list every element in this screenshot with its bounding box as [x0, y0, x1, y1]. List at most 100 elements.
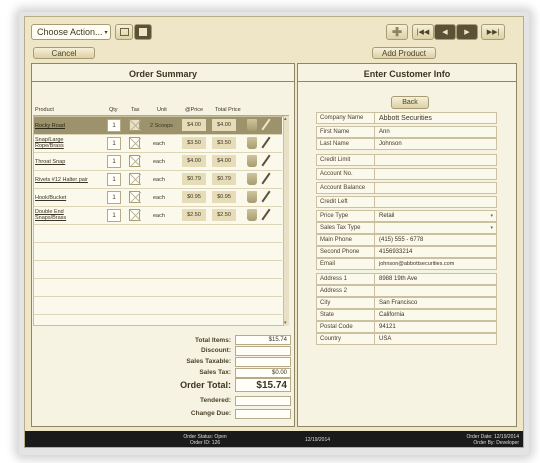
col-unit: Unit [157, 107, 167, 113]
qty-field[interactable]: 1 [107, 137, 121, 150]
sales-taxable-field[interactable] [235, 357, 291, 367]
first-name-field[interactable]: First Name Ann [316, 126, 497, 138]
trash-icon[interactable] [247, 173, 257, 185]
chevron-down-icon: ▾ [104, 29, 108, 36]
product-link[interactable]: Rocky Road [35, 123, 65, 129]
first-record-button[interactable]: |◀◀ [412, 24, 434, 40]
last-record-button[interactable]: ▶▶| [481, 24, 505, 40]
price-value: $4.00 [182, 155, 206, 167]
qty-field[interactable]: 1 [107, 173, 121, 186]
chevron-down-icon: ▾ [490, 213, 493, 219]
price-value: $3.50 [182, 137, 206, 149]
add-button[interactable]: ✚ [386, 24, 408, 40]
address-1-field[interactable]: Address 1 8988 19th Ave [316, 273, 497, 285]
account-balance-field[interactable]: Account Balance [316, 182, 497, 194]
last-name-field[interactable]: Last Name Johnson [316, 138, 497, 150]
qty-field[interactable]: 1 [107, 119, 121, 132]
tax-checkbox[interactable] [129, 173, 140, 185]
divider [31, 81, 295, 82]
price-value: $2.50 [182, 209, 206, 221]
field-label: State [317, 310, 375, 320]
field-label: Price Type [317, 211, 375, 221]
product-link[interactable]: Snap/Large Rope/Brass [35, 137, 93, 149]
prev-icon: ◀ [442, 29, 448, 36]
credit-limit-field[interactable]: Credit Limit [316, 154, 497, 166]
field-label: Postal Code [317, 322, 375, 332]
tendered-field[interactable] [235, 396, 291, 406]
credit-left-field[interactable]: Credit Left [316, 196, 497, 208]
discount-field[interactable] [235, 346, 291, 356]
empty-row [34, 297, 282, 315]
grid-scrollbar[interactable]: ▴ ▾ [283, 116, 289, 326]
total-items-label: Total Items: [195, 337, 231, 344]
list-view-button[interactable] [115, 24, 133, 40]
choose-action-select[interactable]: Choose Action... ▾ [31, 24, 111, 40]
add-product-button[interactable]: Add Product [372, 47, 436, 59]
qty-field[interactable]: 1 [107, 191, 121, 204]
unit-value: each [153, 195, 165, 201]
company-name-field[interactable]: Company Name Abbott Securities [316, 112, 497, 124]
qty-field[interactable]: 1 [107, 209, 121, 222]
trash-icon[interactable] [247, 119, 257, 131]
col-product: Product [35, 107, 54, 113]
tax-checkbox[interactable] [129, 191, 140, 203]
product-link[interactable]: Rivets #12 Halter pair [35, 177, 88, 183]
product-link[interactable]: Hook/Bucket [35, 195, 66, 201]
empty-row [34, 243, 282, 261]
card-view-button[interactable] [134, 24, 152, 40]
field-value: Ann [379, 129, 390, 135]
unit-value: 2 Scoops [150, 123, 173, 129]
field-label: Email [317, 259, 375, 269]
tax-checkbox[interactable] [129, 155, 140, 167]
product-link[interactable]: Double End Snaps/Brass [35, 209, 85, 221]
field-label: Account No. [317, 169, 375, 179]
back-button[interactable]: Back [391, 96, 429, 109]
email-field[interactable]: Email johnson@abbottsecurities.com [316, 258, 497, 270]
field-value [376, 197, 496, 207]
empty-row [34, 225, 282, 243]
country-field[interactable]: Country USA [316, 333, 497, 345]
field-label: Credit Left [317, 197, 375, 207]
trash-icon[interactable] [247, 191, 257, 203]
prev-record-button[interactable]: ◀ [434, 24, 456, 40]
divider [297, 81, 517, 82]
total-price-value: $0.79 [212, 173, 236, 185]
next-record-button[interactable]: ▶ [456, 24, 478, 40]
choose-action-label: Choose Action... [37, 27, 103, 37]
main-phone-field[interactable]: Main Phone (415) 555 - 6778 [316, 234, 497, 246]
postal-code-field[interactable]: Postal Code 94121 [316, 321, 497, 333]
city-field[interactable]: City San Francisco [316, 297, 497, 309]
field-label: City [317, 298, 375, 308]
status-bar: Order Status: Open Order ID: 126 12/19/2… [25, 431, 523, 447]
address-2-field[interactable]: Address 2 [316, 285, 497, 297]
unit-value: each [153, 177, 165, 183]
price-type-select[interactable]: Price Type Retail ▾ [316, 210, 497, 222]
product-link[interactable]: Throat Snap [35, 159, 65, 165]
qty-field[interactable]: 1 [107, 155, 121, 168]
field-value: USA [379, 336, 392, 342]
trash-icon[interactable] [247, 209, 257, 221]
account-no-field[interactable]: Account No. [316, 168, 497, 180]
field-value: 4156933214 [379, 249, 413, 255]
trash-icon[interactable] [247, 137, 257, 149]
tax-checkbox[interactable] [129, 119, 140, 131]
unit-value: each [153, 213, 165, 219]
field-label: Second Phone [317, 247, 375, 257]
second-phone-field[interactable]: Second Phone 4156933214 [316, 246, 497, 258]
trash-icon[interactable] [247, 155, 257, 167]
tendered-label: Tendered: [200, 397, 231, 404]
state-field[interactable]: State California [316, 309, 497, 321]
field-value [376, 183, 496, 193]
field-label: First Name [317, 127, 375, 137]
tax-checkbox[interactable] [129, 137, 140, 149]
tax-checkbox[interactable] [129, 209, 140, 221]
sales-tax-type-select[interactable]: Sales Tax Type ▾ [316, 222, 497, 234]
total-price-value: $4.00 [212, 155, 236, 167]
discount-label: Discount: [201, 347, 231, 354]
field-label: Sales Tax Type [317, 223, 375, 233]
chevron-down-icon: ▾ [490, 225, 493, 231]
change-due-label: Change Due: [190, 410, 231, 417]
scroll-up-icon: ▴ [284, 116, 287, 122]
field-value: Abbott Securities [379, 114, 432, 122]
cancel-button[interactable]: Cancel [33, 47, 95, 59]
